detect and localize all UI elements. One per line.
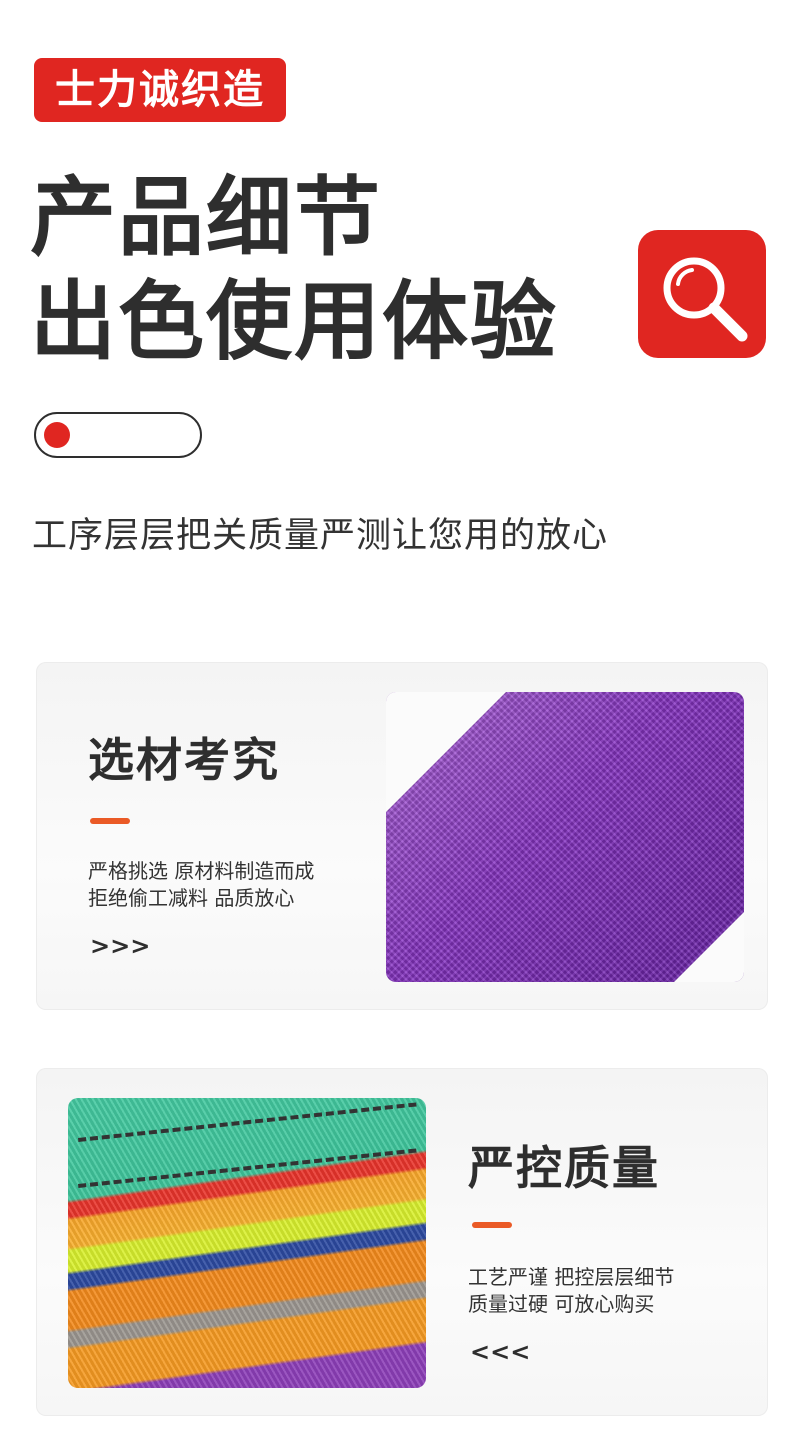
card-description: 工艺严谨 把控层层细节 质量过硬 可放心购买	[468, 1264, 674, 1318]
card-title: 选材考究	[88, 733, 280, 787]
accent-bar	[90, 818, 130, 824]
purple-webbing-photo	[386, 692, 744, 982]
decorative-pill	[34, 412, 202, 458]
feature-card-quality: 严控质量 工艺严谨 把控层层细节 质量过硬 可放心购买 <<<	[36, 1068, 768, 1416]
chevrons-right-icon: >>>	[90, 932, 151, 960]
card-description-line-2: 质量过硬 可放心购买	[468, 1292, 655, 1316]
headline-line-1: 产品细节	[30, 168, 382, 268]
brand-badge: 士力诚织造	[34, 58, 286, 122]
card-description: 严格挑选 原材料制造而成 拒绝偷工减料 品质放心	[88, 858, 314, 912]
card-description-line-1: 严格挑选 原材料制造而成	[88, 859, 315, 883]
red-dot	[44, 422, 70, 448]
accent-bar	[472, 1222, 512, 1228]
headline-line-2: 出色使用体验	[30, 272, 558, 372]
feature-card-material: 选材考究 严格挑选 原材料制造而成 拒绝偷工减料 品质放心 >>>	[36, 662, 768, 1010]
colorful-webbing-photo	[68, 1098, 426, 1388]
magnifier-icon	[638, 230, 766, 358]
chevrons-left-icon: <<<	[470, 1338, 531, 1366]
card-description-line-1: 工艺严谨 把控层层细节	[468, 1265, 675, 1289]
card-description-line-2: 拒绝偷工减料 品质放心	[88, 886, 295, 910]
subtitle: 工序层层把关质量严测让您用的放心	[32, 516, 609, 556]
card-title: 严控质量	[468, 1141, 660, 1195]
